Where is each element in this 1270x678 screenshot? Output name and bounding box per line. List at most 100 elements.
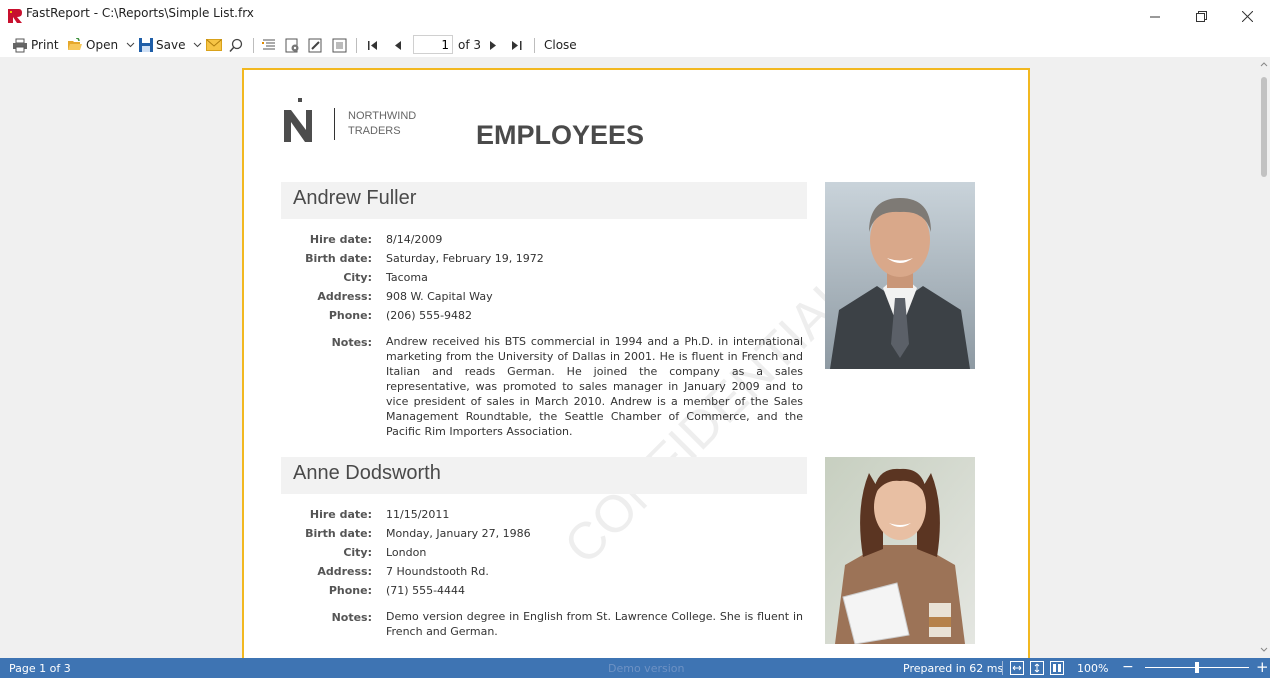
minimize-button[interactable] <box>1132 0 1178 33</box>
birth-date-value: Monday, January 27, 1986 <box>386 527 531 540</box>
company-logo: NORTHWIND TRADERS <box>282 98 442 150</box>
zoom-slider-thumb[interactable] <box>1195 662 1199 673</box>
close-icon <box>1241 11 1253 22</box>
window-title: FastReport - C:\Reports\Simple List.frx <box>26 6 254 20</box>
search-icon <box>229 38 243 52</box>
hire-date-value: 11/15/2011 <box>386 508 450 521</box>
report-page: NORTHWIND TRADERS EMPLOYEES CONFIDENTIAL… <box>242 68 1030 658</box>
open-label: Open <box>86 38 119 52</box>
address-label: Address: <box>317 565 372 578</box>
employee-photo <box>825 457 975 644</box>
edit-page-button[interactable] <box>308 35 323 55</box>
save-disk-icon <box>139 38 153 52</box>
multiple-pages-icon <box>1050 661 1064 675</box>
last-page-button[interactable] <box>512 35 522 55</box>
toolbar: Print Open Save of 3 Close <box>0 33 1270 57</box>
page-number-input[interactable] <box>413 35 453 54</box>
toolbar-separator <box>534 38 535 53</box>
hire-date-value: 8/14/2009 <box>386 233 443 246</box>
hire-date-label: Hire date: <box>309 508 372 521</box>
employee-header: Andrew Fuller <box>281 182 807 219</box>
address-value: 7 Houndstooth Rd. <box>386 565 489 578</box>
scroll-up-icon[interactable] <box>1258 59 1270 69</box>
employee-name: Anne Dodsworth <box>293 462 441 484</box>
notes-label: Notes: <box>331 611 372 624</box>
phone-value: (71) 555-4444 <box>386 584 466 597</box>
chevron-down-icon <box>126 42 135 48</box>
close-label: Close <box>544 38 577 52</box>
report-title: EMPLOYEES <box>476 120 645 150</box>
toolbar-separator <box>253 38 254 53</box>
envelope-icon <box>206 39 222 51</box>
status-demo-version: Demo version <box>608 662 685 675</box>
employee-photo <box>825 182 975 369</box>
notes-value: Demo version degree in English from St. … <box>386 610 803 638</box>
prev-page-button[interactable] <box>394 35 401 55</box>
whole-page-icon <box>1030 661 1044 675</box>
vertical-scrollbar[interactable] <box>1258 57 1270 658</box>
birth-date-value: Saturday, February 19, 1972 <box>386 252 544 265</box>
close-preview-button[interactable]: Close <box>544 35 577 55</box>
city-value: London <box>386 546 427 559</box>
last-page-icon <box>512 40 522 50</box>
status-bar: Page 1 of 3 Demo version Prepared in 62 … <box>0 658 1270 678</box>
address-value: 908 W. Capital Way <box>386 290 493 303</box>
employee-header: Anne Dodsworth <box>281 457 807 494</box>
find-button[interactable] <box>229 35 243 55</box>
page-setup-button[interactable] <box>285 35 300 55</box>
notes-value: Andrew received his BTS commercial in 19… <box>386 335 803 438</box>
save-label: Save <box>156 38 186 52</box>
city-label: City: <box>343 546 372 559</box>
scroll-down-icon[interactable] <box>1258 645 1270 655</box>
zoom-whole-page-button[interactable] <box>1030 661 1044 678</box>
edit-page-icon <box>308 38 322 52</box>
zoom-multiple-pages-button[interactable] <box>1050 661 1064 678</box>
phone-label: Phone: <box>328 309 372 322</box>
save-button[interactable]: Save <box>139 35 202 55</box>
watermark-icon <box>332 38 347 52</box>
toolbar-separator <box>356 38 357 53</box>
chevron-down-icon <box>194 42 202 48</box>
print-button[interactable]: Print <box>12 35 59 55</box>
city-value: Tacoma <box>386 271 428 284</box>
logo-text-line1: NORTHWIND <box>348 110 417 122</box>
restore-button[interactable] <box>1178 0 1224 33</box>
notes-label: Notes: <box>331 336 372 349</box>
close-window-button[interactable] <box>1224 0 1270 33</box>
print-label: Print <box>31 38 59 52</box>
zoom-out-button[interactable]: − <box>1122 659 1134 675</box>
birth-date-label: Birth date: <box>305 252 372 265</box>
city-label: City: <box>343 271 372 284</box>
email-button[interactable] <box>206 35 222 55</box>
birth-date-label: Birth date: <box>305 527 372 540</box>
page-count-label: of 3 <box>458 38 482 52</box>
scroll-thumb[interactable] <box>1261 77 1267 177</box>
watermark-button[interactable] <box>332 35 347 55</box>
status-separator <box>1002 661 1003 675</box>
open-button[interactable]: Open <box>67 35 135 55</box>
outline-button[interactable] <box>262 35 276 55</box>
phone-value: (206) 555-9482 <box>386 309 473 322</box>
logo-divider <box>334 108 335 140</box>
restore-icon <box>1195 11 1207 22</box>
zoom-in-button[interactable]: + <box>1256 658 1269 676</box>
fastreport-logo-icon <box>8 9 22 23</box>
logo-text-line2: TRADERS <box>348 125 401 137</box>
page-setup-icon <box>285 38 299 52</box>
address-label: Address: <box>317 290 372 303</box>
outline-icon <box>262 39 275 50</box>
first-page-button[interactable] <box>368 35 378 55</box>
printer-icon <box>13 38 27 52</box>
zoom-page-width-button[interactable] <box>1010 661 1024 678</box>
status-page-info: Page 1 of 3 <box>9 662 71 675</box>
prev-page-icon <box>395 40 401 50</box>
status-prepared-time: Prepared in 62 ms <box>903 662 1004 675</box>
next-page-button[interactable] <box>490 35 497 55</box>
zoom-level: 100% <box>1077 662 1109 675</box>
minimize-icon <box>1150 16 1160 17</box>
zoom-slider[interactable] <box>1145 662 1249 673</box>
title-bar: FastReport - C:\Reports\Simple List.frx <box>0 0 1270 33</box>
folder-open-icon <box>68 38 82 50</box>
report-viewer[interactable]: NORTHWIND TRADERS EMPLOYEES CONFIDENTIAL… <box>0 57 1270 658</box>
phone-label: Phone: <box>328 584 372 597</box>
